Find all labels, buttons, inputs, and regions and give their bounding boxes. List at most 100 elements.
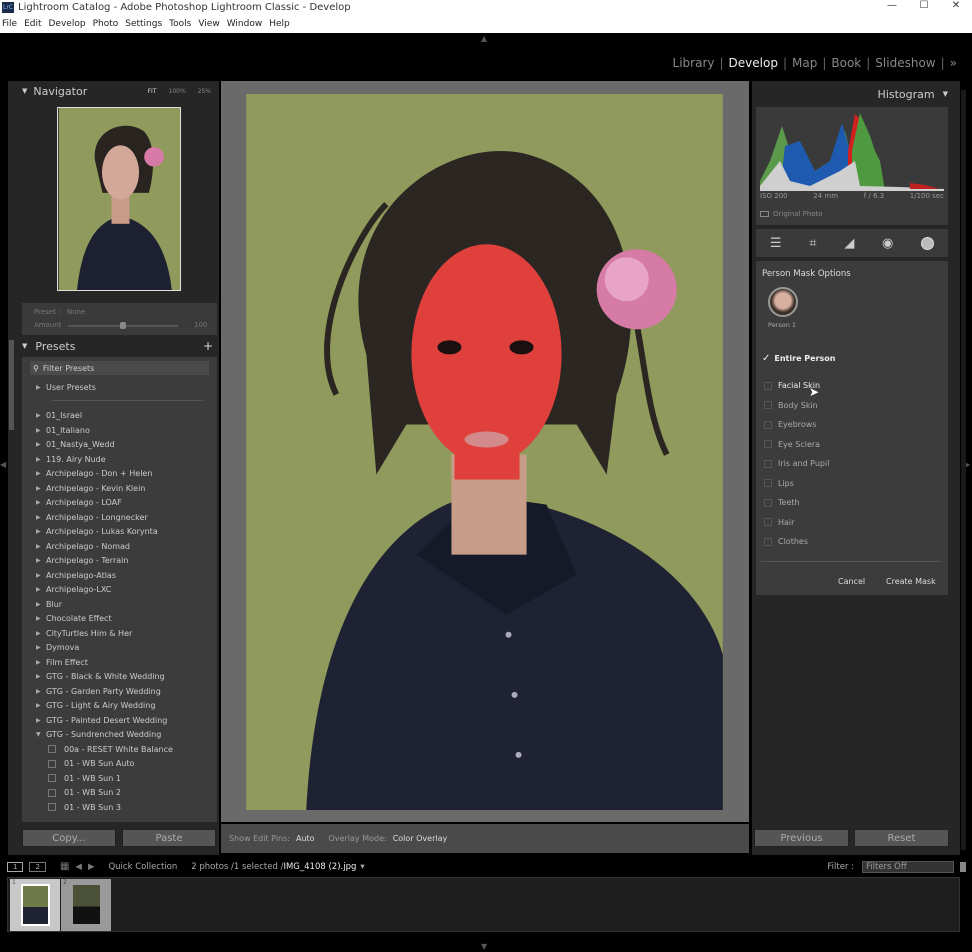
preset-group[interactable]: ▶ 01_Israel [22,409,217,424]
preset-group[interactable]: ▶ Archipelago - Don + Helen [22,467,217,482]
zoom-25[interactable]: 25% [198,88,211,95]
main-window-button[interactable]: 1 [7,861,24,872]
collapse-top-icon[interactable]: ▲ [481,34,487,43]
preset-group[interactable]: ▶ Film Effect [22,655,217,670]
preset-group[interactable]: ▶ Dymova [22,641,217,656]
chevron-down-icon[interactable]: ▾ [360,862,364,872]
preset-group[interactable]: ▶ CityTurtles Him & Her [22,626,217,641]
preset-group[interactable]: ▶ Archipelago - Lukas Korynta [22,525,217,540]
grid-icon[interactable]: ▦ [60,861,69,872]
mask-option-checkbox[interactable]: Hair [756,513,948,533]
preset-group[interactable]: ▶ Blur [22,597,217,612]
navigator-header[interactable]: ▼ Navigator FIT 100% 25% [8,81,219,101]
back-arrow-icon[interactable]: ◀ [75,862,82,872]
module-develop[interactable]: Develop [724,56,783,70]
preset-group[interactable]: ▶ GTG - Painted Desert Wedding [22,713,217,728]
maximize-button[interactable]: ☐ [908,0,940,11]
sliders-icon[interactable]: ☰ [770,236,782,251]
healing-icon[interactable]: ◢ [844,236,854,251]
mask-option-checkbox[interactable]: Teeth [756,493,948,513]
mask-option-checkbox[interactable]: Eye Sclera [756,435,948,455]
mask-option-checkbox[interactable]: Clothes [756,532,948,552]
redeye-icon[interactable]: ◉ [882,236,893,251]
image-canvas[interactable] [221,81,749,822]
preset-group[interactable]: ▶ Archipelago-LXC [22,583,217,598]
histogram[interactable]: ISO 200 24 mm f / 6.3 1/100 sec Original… [756,107,948,225]
filename[interactable]: IMG_4108 (2).jpg [283,862,356,872]
zoom-100[interactable]: 100% [169,88,186,95]
preset-group[interactable]: ▶ 119. Airy Nude [22,452,217,467]
menu-photo[interactable]: Photo [93,19,119,29]
person-1-avatar[interactable] [768,287,798,317]
masking-icon[interactable] [921,236,935,250]
preset-group[interactable]: ▶ GTG - Black & White Wedding [22,670,217,685]
zoom-fit[interactable]: FIT [148,88,157,95]
preset-group[interactable]: ▶ Archipelago - Terrain [22,554,217,569]
original-photo-toggle[interactable]: Original Photo [760,210,823,218]
left-panel-scrollbar[interactable] [9,340,14,430]
preset-group[interactable]: ▶ Chocolate Effect [22,612,217,627]
presets-header[interactable]: ▼ Presets + [22,336,217,356]
preset-item[interactable]: 01 - WB Sun 3 [22,800,217,815]
preset-item[interactable]: 00a - RESET White Balance [22,742,217,757]
overlay-mode-select[interactable]: Color Overlay [393,834,448,843]
mask-option-checkbox[interactable]: Lips [756,474,948,494]
menu-window[interactable]: Window [227,19,263,29]
preset-group[interactable]: ▶ GTG - Garden Party Wedding [22,684,217,699]
module-library[interactable]: Library [668,56,720,70]
preset-group[interactable]: ▶ Archipelago - Kevin Klein [22,481,217,496]
preset-group[interactable]: ▶ Archipelago-Atlas [22,568,217,583]
menu-tools[interactable]: Tools [169,19,191,29]
preset-item[interactable]: 01 - WB Sun Auto [22,757,217,772]
menu-settings[interactable]: Settings [125,19,162,29]
mask-option-checkbox[interactable]: Iris and Pupil [756,454,948,474]
menu-help[interactable]: Help [269,19,290,29]
preset-group[interactable]: ▶ 01_Italiano [22,423,217,438]
paste-button[interactable]: Paste [122,829,216,847]
copy-button[interactable]: Copy... [22,829,116,847]
close-button[interactable]: ✕ [940,0,972,11]
menu-edit[interactable]: Edit [24,19,41,29]
crop-icon[interactable]: ⌗ [809,236,816,251]
preset-item[interactable]: 01 - WB Sun 1 [22,771,217,786]
forward-arrow-icon[interactable]: ▶ [88,862,95,872]
preset-group-expanded[interactable]: ▼ GTG - Sundrenched Wedding [22,728,217,743]
navigator-preview[interactable] [22,103,217,298]
add-preset-button[interactable]: + [203,339,213,353]
source-label[interactable]: Quick Collection [108,862,177,872]
mask-option-checkbox[interactable]: Eyebrows [756,415,948,435]
entire-person-checkbox[interactable]: ✓ Entire Person [756,349,835,369]
mask-option-checkbox[interactable]: Body Skin [756,396,948,416]
right-panel-scrollbar[interactable] [961,90,966,850]
edit-pins-select[interactable]: Auto [296,834,315,843]
minimize-button[interactable]: — [876,0,908,11]
more-modules[interactable]: » [945,56,962,70]
left-panel-toggle-icon[interactable]: ◀ [0,460,6,469]
module-slideshow[interactable]: Slideshow [870,56,940,70]
mask-option-checkbox[interactable]: Facial Skin [756,376,948,396]
histogram-header[interactable]: Histogram ▼ [752,81,960,107]
reset-button[interactable]: Reset [854,829,949,847]
module-map[interactable]: Map [787,56,822,70]
preset-group[interactable]: ▶ GTG - Light & Airy Wedding [22,699,217,714]
filmstrip-thumb-2[interactable]: 2 [61,879,111,931]
filter-presets-input[interactable]: ⚲ Filter Presets [30,361,209,375]
menu-view[interactable]: View [198,19,219,29]
preset-group[interactable]: ▶ 01_Nastya_Wedd [22,438,217,453]
previous-button[interactable]: Previous [754,829,849,847]
preset-item[interactable]: 01 - WB Sun 2 [22,786,217,801]
cancel-button[interactable]: Cancel [838,577,865,586]
preset-group[interactable]: ▶ Archipelago - Longnecker [22,510,217,525]
module-book[interactable]: Book [826,56,866,70]
menu-file[interactable]: File [2,19,17,29]
preset-group-user[interactable]: ▶ User Presets [22,380,217,395]
filter-lock-icon[interactable] [960,861,966,872]
preset-group[interactable]: ▶ Archipelago - LOAF [22,496,217,511]
second-window-button[interactable]: 2 [29,861,46,872]
collapse-bottom-icon[interactable]: ▼ [481,942,487,951]
amount-slider-thumb[interactable] [120,322,126,329]
filter-select[interactable]: Filters Off [862,860,954,873]
amount-slider[interactable] [68,322,178,329]
preset-group[interactable]: ▶ Archipelago - Nomad [22,539,217,554]
filmstrip-thumb-1[interactable]: 1 [10,879,60,931]
